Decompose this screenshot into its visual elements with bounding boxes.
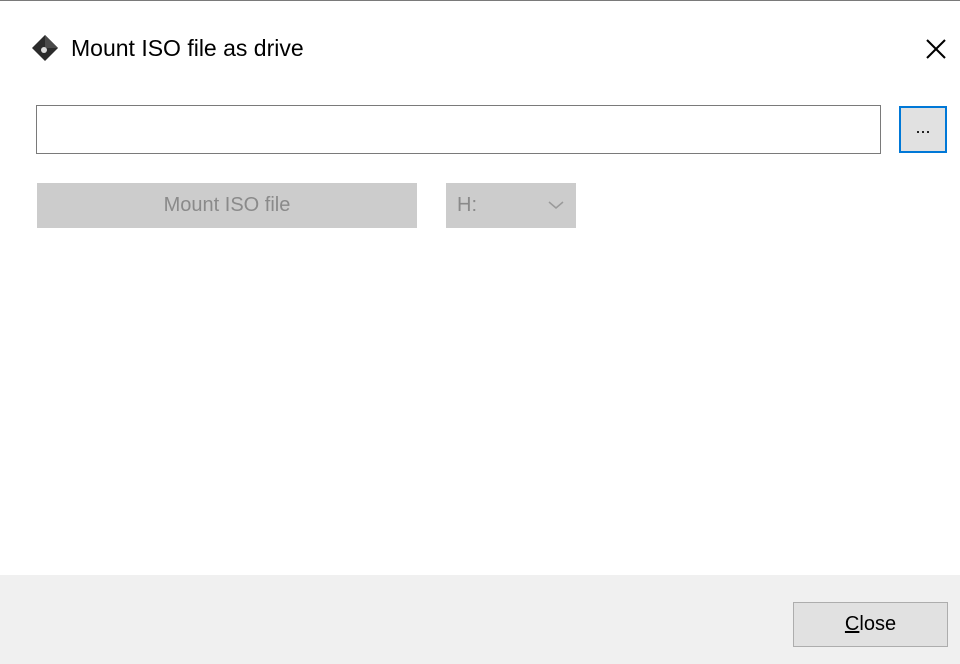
close-button-mnemonic: C: [844, 613, 860, 635]
disc-diamond-icon: [32, 35, 58, 61]
close-button-label: lose: [859, 613, 897, 635]
window-title: Mount ISO file as drive: [71, 35, 304, 61]
chevron-down-icon: [548, 201, 564, 209]
mount-iso-dialog: Mount ISO file as drive ... Mount ISO fi…: [0, 0, 960, 664]
close-button[interactable]: Close: [793, 602, 948, 647]
drive-letter-value: H:: [457, 194, 477, 216]
iso-path-input[interactable]: [36, 105, 881, 154]
browse-button[interactable]: ...: [899, 106, 947, 153]
mount-iso-button[interactable]: Mount ISO file: [37, 183, 417, 228]
drive-letter-select[interactable]: H:: [446, 183, 576, 228]
title-bar: Mount ISO file as drive: [0, 1, 960, 65]
close-window-icon[interactable]: [918, 31, 954, 67]
